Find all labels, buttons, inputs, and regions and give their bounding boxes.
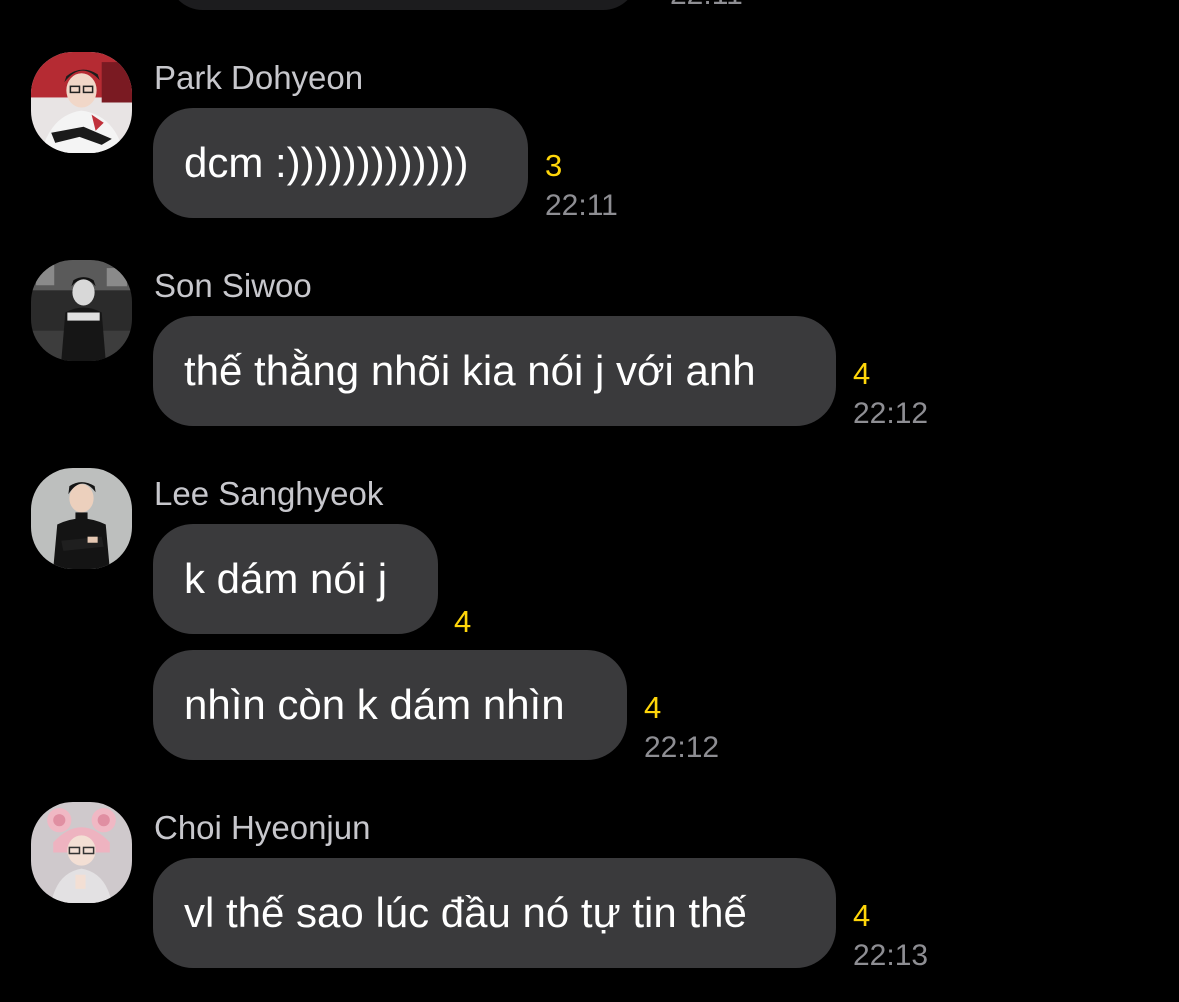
sender-name: Park Dohyeon [154,59,364,96]
avatar-park-dohyeon[interactable] [31,52,132,153]
profile-photo-icon [31,468,132,569]
unread-count: 3 [545,148,563,183]
sender-name: Choi Hyeonjun [154,809,371,846]
profile-photo-icon [31,52,132,153]
previous-message-bubble[interactable] [168,0,638,10]
message-time: 22:11 [545,189,618,222]
message-time: 22:12 [644,731,720,764]
message-bubble[interactable]: k dám nói j [153,524,438,634]
message-bubble[interactable]: nhìn còn k dám nhìn [153,650,627,760]
sender-name: Son Siwoo [154,267,312,304]
message-bubble[interactable]: dcm :))))))))))))) [153,108,528,218]
unread-count: 4 [853,898,871,933]
sender-name: Lee Sanghyeok [154,475,384,512]
message-bubble[interactable]: vl thế sao lúc đầu nó tự tin thế [153,858,836,968]
avatar-lee-sanghyeok[interactable] [31,468,132,569]
profile-photo-icon [31,260,132,361]
message-bubble[interactable]: thế thằng nhõi kia nói j với anh [153,316,836,426]
avatar-son-siwoo[interactable] [31,260,132,361]
profile-photo-icon [31,802,132,903]
unread-count: 4 [644,690,662,725]
message-time: 22:13 [853,939,929,972]
message-time: 22:12 [853,397,929,430]
previous-message-time: 22:11 [670,0,743,12]
avatar-choi-hyeonjun[interactable] [31,802,132,903]
chat-screen: 22:11 Park Dohyeon dcm :))))))))))))) 3 … [0,0,1179,1002]
unread-count: 4 [454,604,472,639]
unread-count: 4 [853,356,871,391]
